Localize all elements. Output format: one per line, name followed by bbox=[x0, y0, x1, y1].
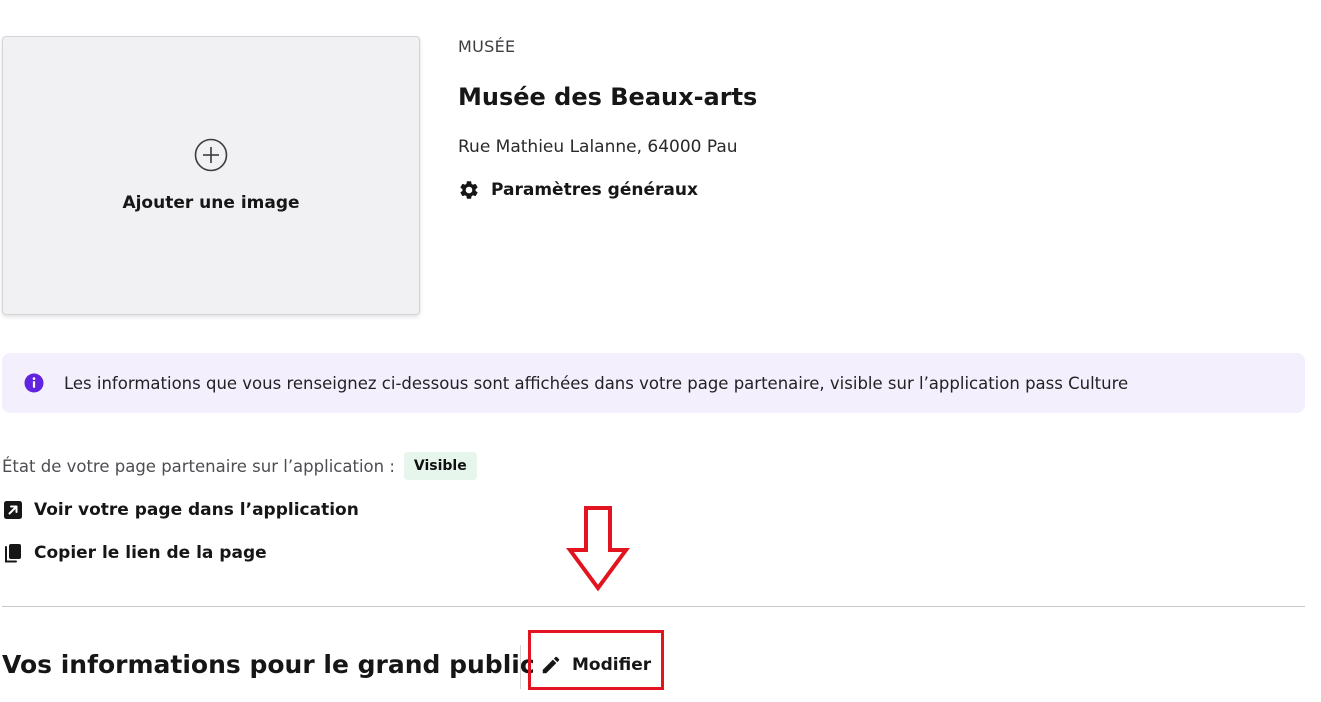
plus-circle-icon bbox=[194, 138, 228, 172]
view-page-link[interactable]: Voir votre page dans l’application bbox=[2, 499, 359, 521]
add-image-label: Ajouter une image bbox=[122, 193, 300, 213]
status-badge: Visible bbox=[403, 452, 477, 480]
modify-button[interactable]: Modifier bbox=[540, 654, 651, 676]
view-page-label: Voir votre page dans l’application bbox=[34, 500, 359, 520]
venue-address: Rue Mathieu Lalanne, 64000 Pau bbox=[458, 137, 738, 157]
venue-name: Musée des Beaux-arts bbox=[458, 83, 758, 111]
gear-icon bbox=[460, 181, 478, 199]
pencil-icon bbox=[542, 656, 560, 674]
external-link-icon bbox=[4, 501, 22, 519]
down-arrow-annotation bbox=[566, 506, 630, 592]
info-banner-text: Les informations que vous renseignez ci-… bbox=[64, 373, 1129, 393]
general-settings-link[interactable]: Paramètres généraux bbox=[458, 178, 698, 202]
copy-icon bbox=[5, 544, 21, 563]
info-icon bbox=[24, 373, 44, 393]
section-title: Vos informations pour le grand public bbox=[2, 650, 535, 679]
modify-label: Modifier bbox=[572, 655, 652, 675]
copy-link-button[interactable]: Copier le lien de la page bbox=[2, 542, 267, 564]
section-divider bbox=[2, 606, 1305, 607]
page-status-label: État de votre page partenaire sur l’appl… bbox=[2, 456, 395, 476]
venue-type: MUSÉE bbox=[458, 37, 516, 56]
title-separator bbox=[520, 645, 521, 689]
info-banner: Les informations que vous renseignez ci-… bbox=[2, 353, 1305, 413]
add-image-area[interactable]: Ajouter une image bbox=[2, 36, 420, 315]
general-settings-label: Paramètres généraux bbox=[491, 180, 698, 200]
page-status: État de votre page partenaire sur l’appl… bbox=[2, 452, 477, 480]
copy-link-label: Copier le lien de la page bbox=[34, 543, 267, 563]
